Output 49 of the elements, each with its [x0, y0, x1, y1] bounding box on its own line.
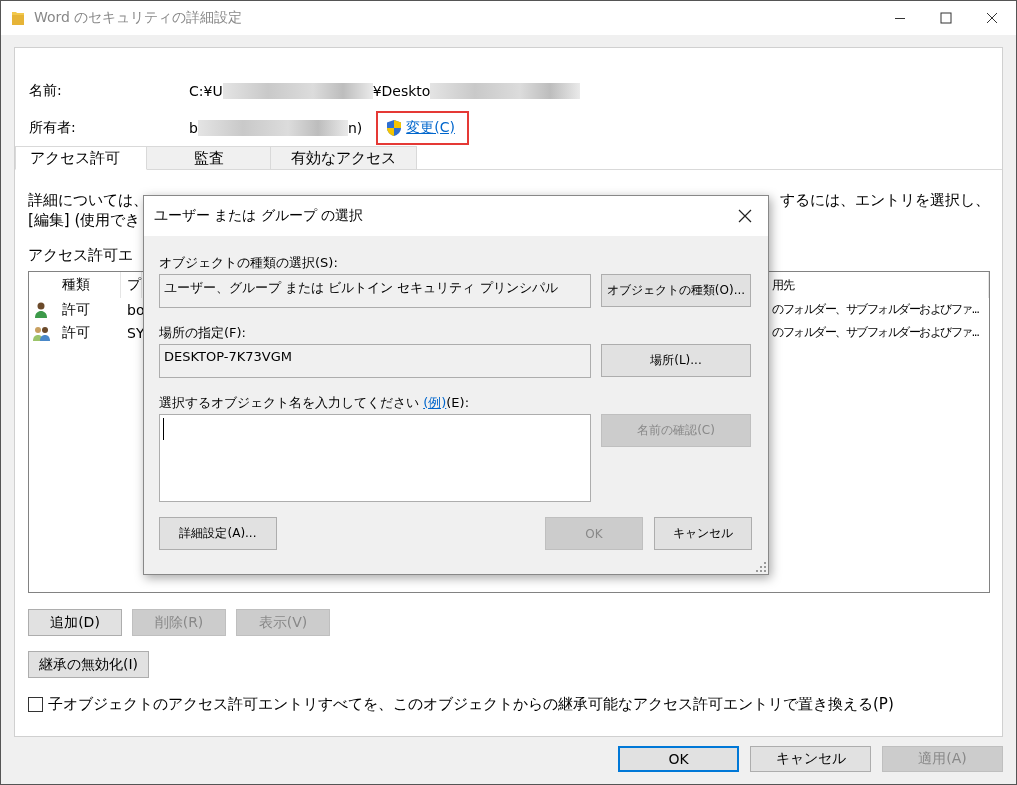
field-value: C:¥U [189, 82, 223, 99]
button[interactable]: キャンセル [750, 746, 871, 772]
button[interactable]: オブジェクトの種類(O)... [601, 274, 751, 307]
field-value: n) [347, 119, 363, 136]
resize-grip-icon [756, 562, 766, 572]
list-label: アクセス許可エ [28, 246, 133, 265]
users-icon [33, 324, 50, 341]
table-cell-text: 許可 [61, 300, 91, 319]
checkbox[interactable] [28, 697, 43, 712]
table-cell-text: のフォルダー、サブフォルダーおよびファ... [771, 324, 980, 341]
field-label: オブジェクトの種類の選択(S): [159, 254, 339, 272]
change-link[interactable]: 変更(C) [406, 118, 455, 137]
button[interactable]: 詳細設定(A)... [159, 517, 277, 550]
close-icon [986, 12, 998, 24]
input-field[interactable] [159, 414, 591, 502]
readonly-field: DESKTOP-7K73VGM [159, 344, 591, 378]
column-header[interactable]: 種類 [54, 272, 121, 298]
button[interactable]: キャンセル [654, 517, 752, 550]
field-value: b [189, 119, 198, 136]
field-label: 所有者: [29, 118, 77, 137]
window-title: Word のセキュリティの詳細設定 [34, 9, 243, 27]
tab[interactable]: アクセス許可 [15, 146, 147, 170]
folder-icon [12, 10, 24, 26]
field-label: 選択するオブジェクト名を入力してください (例)(E): [159, 394, 471, 412]
readonly-field: ユーザー、グループ または ビルトイン セキュリティ プリンシパル [159, 274, 591, 308]
table-cell-text: SY [126, 324, 145, 341]
field-label: 名前: [29, 81, 63, 100]
info-text: 詳細については、 [28, 190, 148, 210]
close-icon [738, 209, 752, 223]
dialog-title: ユーザー または グループ の選択 [154, 207, 364, 225]
table-cell-text: のフォルダー、サブフォルダーおよびファ... [771, 301, 980, 318]
column-header[interactable]: 用先 [770, 272, 989, 298]
field-value: ¥Deskto [372, 82, 431, 99]
column-header[interactable]: プ [121, 272, 142, 298]
field-label: 場所の指定(F): [159, 324, 247, 342]
user-icon [33, 301, 50, 318]
tab[interactable]: 有効なアクセス [271, 146, 417, 170]
button[interactable]: 場所(L)... [601, 344, 751, 377]
shield-icon [386, 118, 403, 137]
info-text: するには、エントリを選択し、 [780, 190, 990, 210]
checkbox-label: 子オブジェクトのアクセス許可エントリすべてを、このオブジェクトからの継承可能なアクセス許可エントリで置き換える(P) [48, 695, 894, 714]
tab[interactable]: 監査 [147, 146, 271, 170]
table-cell-text: 許可 [61, 323, 91, 342]
button[interactable]: 継承の無効化(I) [28, 651, 150, 678]
maximize-icon [940, 12, 952, 24]
button[interactable]: 追加(D) [28, 609, 122, 636]
example-link[interactable]: (例) [423, 395, 447, 410]
info-text: [編集] (使用でき [28, 210, 141, 230]
button[interactable]: OK [618, 746, 739, 772]
